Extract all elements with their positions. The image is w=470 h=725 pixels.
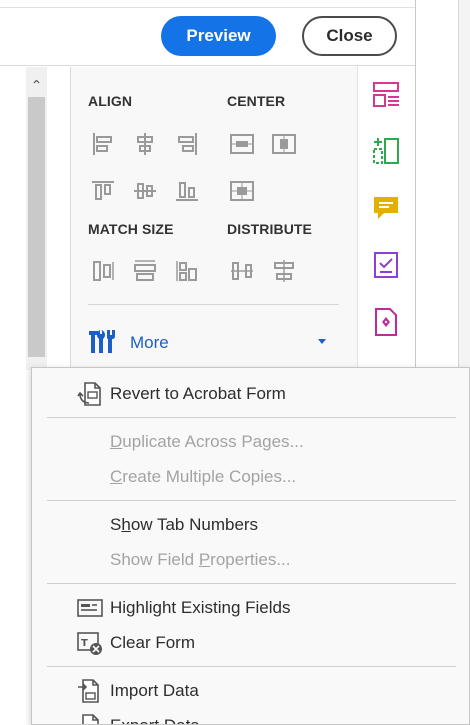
request-signature-icon[interactable] xyxy=(372,307,400,337)
more-tools-dropdown[interactable]: More xyxy=(84,325,340,359)
window-divider xyxy=(415,0,416,370)
menu-item-show-tab-numbers[interactable]: Show Tab Numbers xyxy=(32,509,469,541)
preview-button[interactable]: Preview xyxy=(161,16,276,56)
distribute-section-label: DISTRIBUTE xyxy=(227,221,312,237)
comment-icon[interactable] xyxy=(372,193,400,223)
align-top-icon[interactable] xyxy=(88,176,118,206)
distribute-vertically-icon[interactable] xyxy=(269,256,299,286)
panel-divider xyxy=(88,304,339,305)
menu-item-label: Import Data xyxy=(110,681,199,700)
svg-text:T: T xyxy=(81,638,88,649)
scroll-thumb[interactable] xyxy=(28,97,45,357)
align-bottom-icon[interactable] xyxy=(172,176,202,206)
import-data-icon xyxy=(76,677,104,705)
menu-item-create-multiple-copies[interactable]: Create Multiple Copies... xyxy=(32,461,469,493)
distribute-horizontally-icon[interactable] xyxy=(227,256,257,286)
menu-separator xyxy=(47,500,456,501)
revert-form-icon xyxy=(76,380,104,408)
clear-form-icon: T xyxy=(76,629,104,657)
toolbar-top-border xyxy=(0,0,415,8)
fill-sign-icon[interactable] xyxy=(372,250,400,280)
menu-item-label: Export Data xyxy=(110,716,200,724)
menu-item-label: Create Multiple Copies... xyxy=(110,467,297,486)
window-edge xyxy=(458,0,470,370)
chevron-down-icon xyxy=(318,339,326,344)
scroll-up-arrow-icon[interactable]: ⌃ xyxy=(26,75,47,95)
vertical-scrollbar[interactable]: ⌃ xyxy=(26,67,47,370)
menu-item-revert-to-acrobat-form[interactable]: Revert to Acrobat Form xyxy=(32,378,469,410)
menu-item-label: Highlight Existing Fields xyxy=(110,598,291,617)
menu-item-export-data[interactable]: Export Data xyxy=(32,710,469,724)
menu-separator xyxy=(47,583,456,584)
prepare-form-icon[interactable] xyxy=(372,80,400,110)
center-section-label: CENTER xyxy=(227,93,286,109)
menu-separator xyxy=(47,417,456,418)
match-size-section-label: MATCH SIZE xyxy=(88,221,174,237)
center-both-icon[interactable] xyxy=(227,176,257,206)
export-data-icon xyxy=(76,712,104,724)
menu-item-label: Show Tab Numbers xyxy=(110,515,259,534)
match-both-icon[interactable] xyxy=(172,256,202,286)
menu-separator xyxy=(47,666,456,667)
document-area xyxy=(0,67,26,370)
align-right-icon[interactable] xyxy=(172,129,202,159)
organize-pages-icon[interactable] xyxy=(372,136,400,166)
menu-item-duplicate-across-pages[interactable]: Duplicate Across Pages... xyxy=(32,426,469,458)
top-toolbar: Preview Close xyxy=(0,0,415,66)
menu-item-label: Revert to Acrobat Form xyxy=(110,384,286,403)
center-vertically-icon[interactable] xyxy=(269,129,299,159)
center-horizontally-icon[interactable] xyxy=(227,129,257,159)
menu-item-label: Duplicate Across Pages... xyxy=(110,432,304,451)
menu-item-label: Clear Form xyxy=(110,633,196,652)
menu-item-highlight-existing-fields[interactable]: Highlight Existing Fields xyxy=(32,592,469,624)
highlight-fields-icon xyxy=(76,594,104,622)
more-label: More xyxy=(130,333,169,352)
menu-item-import-data[interactable]: Import Data xyxy=(32,675,469,707)
align-section-label: ALIGN xyxy=(88,93,133,109)
match-height-icon[interactable] xyxy=(130,256,160,286)
close-button[interactable]: Close xyxy=(302,16,397,56)
more-dropdown-menu: Revert to Acrobat Form Duplicate Across … xyxy=(31,367,470,725)
match-width-icon[interactable] xyxy=(88,256,118,286)
menu-item-label: Show Field Properties... xyxy=(110,550,291,569)
menu-item-clear-form[interactable]: T Clear Form xyxy=(32,627,469,659)
align-left-icon[interactable] xyxy=(88,129,118,159)
align-horizontal-center-icon[interactable] xyxy=(130,129,160,159)
align-vertical-center-icon[interactable] xyxy=(130,176,160,206)
menu-item-show-field-properties[interactable]: Show Field Properties... xyxy=(32,544,469,576)
tools-wrench-icon xyxy=(86,327,118,357)
